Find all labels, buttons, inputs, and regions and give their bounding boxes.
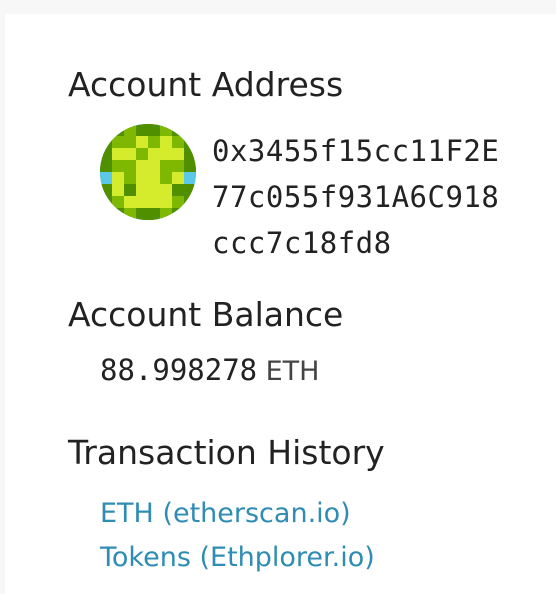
identicon-avatar-icon (100, 124, 196, 220)
transaction-history-links: ETH (etherscan.io) Tokens (Ethplorer.io) (100, 492, 375, 580)
account-balance-heading: Account Balance (68, 295, 344, 334)
account-address: 0x3455f15cc11F2E 77c055f931A6C918 ccc7c1… (212, 128, 499, 266)
transaction-history-heading: Transaction History (68, 433, 385, 472)
balance-unit: ETH (265, 356, 320, 387)
address-line: ccc7c18fd8 (212, 226, 392, 260)
account-balance: 88.998278 ETH (100, 353, 320, 387)
address-line: 77c055f931A6C918 (212, 180, 500, 214)
address-line: 0x3455f15cc11F2E (212, 134, 500, 168)
etherscan-link[interactable]: ETH (etherscan.io) (100, 492, 375, 536)
account-panel: Account Address 0x3455f15cc11F2E 77c055f… (5, 14, 556, 594)
balance-value: 88.998278 (100, 353, 258, 387)
ethplorer-link[interactable]: Tokens (Ethplorer.io) (100, 536, 375, 580)
account-address-heading: Account Address (68, 65, 344, 104)
